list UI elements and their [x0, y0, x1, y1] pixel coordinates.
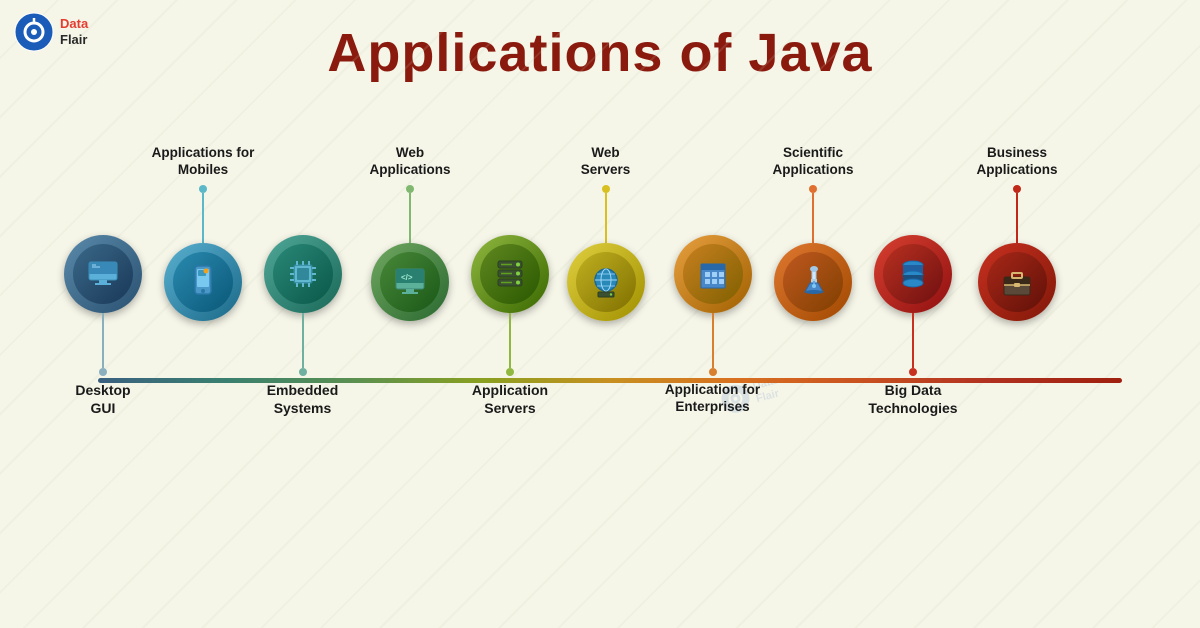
dot	[909, 368, 917, 376]
connector-top	[202, 193, 204, 243]
node-embedded: EmbeddedSystems	[255, 145, 350, 417]
connector-top	[409, 193, 411, 243]
node-desktop-gui: DesktopGUI	[58, 145, 148, 417]
logo-text: DataFlair	[60, 16, 88, 47]
node-mobile-apps: Applications forMobiles	[148, 145, 258, 451]
label-mobile-apps: Applications forMobiles	[152, 145, 255, 179]
database-icon	[895, 256, 931, 292]
node-app-servers: ApplicationServers	[460, 145, 560, 417]
connector-top	[1016, 193, 1018, 243]
connector-bottom	[712, 313, 714, 368]
monitor-code-icon: </>	[392, 264, 428, 300]
dataflair-logo-icon	[14, 12, 54, 52]
connector-bottom	[509, 313, 511, 368]
building-icon	[695, 256, 731, 292]
dot	[506, 368, 514, 376]
chip-icon	[284, 255, 322, 293]
label-enterprise: Application forEnterprises	[665, 382, 760, 416]
label-scientific: ScientificApplications	[772, 145, 853, 179]
logo: DataFlair	[14, 12, 88, 52]
briefcase-icon	[999, 264, 1035, 300]
node-web-servers: WebServers	[558, 145, 653, 451]
node-scientific: ScientificApplications	[758, 145, 868, 451]
connector-top	[605, 193, 607, 243]
dot	[709, 368, 717, 376]
globe-server-icon	[588, 264, 624, 300]
node-bigdata: Big DataTechnologies	[858, 145, 968, 417]
dot-top	[809, 185, 817, 193]
dot	[299, 368, 307, 376]
node-business: BusinessApplications	[962, 145, 1072, 451]
label-business: BusinessApplications	[976, 145, 1057, 179]
desktop-icon	[85, 256, 121, 292]
server-icon	[492, 256, 528, 292]
node-web-apps: WebApplications </>	[355, 145, 465, 451]
node-enterprise: Application forEnterprises	[655, 145, 770, 416]
label-web-servers: WebServers	[581, 145, 631, 179]
page-title: Applications of Java	[0, 0, 1200, 84]
label-bigdata: Big DataTechnologies	[868, 382, 957, 417]
dot-top	[199, 185, 207, 193]
dot-top	[406, 185, 414, 193]
dot	[99, 368, 107, 376]
label-desktop-gui: DesktopGUI	[75, 382, 130, 417]
microscope-icon	[795, 264, 831, 300]
connector-top	[812, 193, 814, 243]
timeline-container: DesktopGUI Applications forMobiles	[40, 145, 1160, 545]
connector-bottom	[912, 313, 914, 368]
connector-bottom	[102, 313, 104, 368]
connector-bottom	[302, 313, 304, 368]
svg-text:</>: </>	[401, 273, 413, 282]
label-embedded: EmbeddedSystems	[267, 382, 339, 417]
dot-top	[602, 185, 610, 193]
label-web-apps: WebApplications	[369, 145, 450, 179]
label-app-servers: ApplicationServers	[472, 382, 548, 417]
dot-top	[1013, 185, 1021, 193]
mobile-icon	[187, 264, 219, 300]
